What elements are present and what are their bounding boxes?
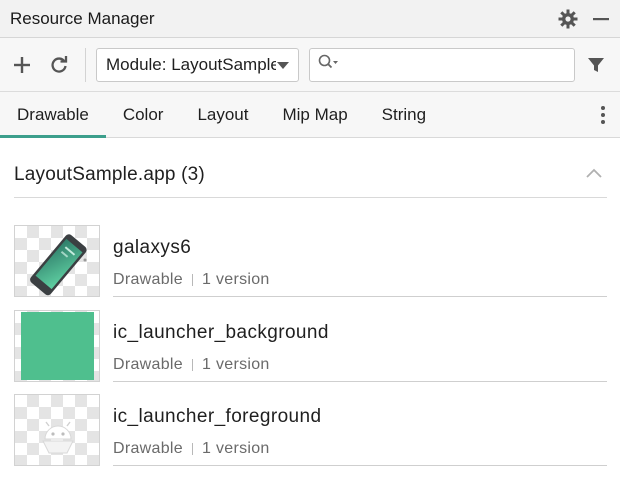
resource-name: ic_launcher_foreground <box>113 406 322 427</box>
resource-name: galaxys6 <box>113 237 192 258</box>
tab-color[interactable]: Color <box>106 92 181 137</box>
refresh-icon[interactable] <box>49 55 69 75</box>
android-logo-icon <box>42 421 74 454</box>
module-section-header[interactable]: LayoutSample.app (3) <box>14 152 607 198</box>
toolbar: Module: LayoutSample.app <box>0 38 620 92</box>
resource-type: Drawable <box>113 356 183 373</box>
resource-item-ic-launcher-background[interactable]: ic_launcher_background Drawable 1 versio… <box>14 310 607 386</box>
item-divider <box>113 381 607 382</box>
settings-gear-icon[interactable] <box>558 9 578 29</box>
resource-thumbnail <box>14 310 100 382</box>
search-icon <box>318 54 340 75</box>
toolbar-separator <box>85 47 86 82</box>
resource-type-tabs: Drawable Color Layout Mip Map String <box>0 92 620 138</box>
window-title: Resource Manager <box>10 8 155 28</box>
tab-drawable[interactable]: Drawable <box>0 92 106 138</box>
tab-label: Mip Map <box>282 104 348 124</box>
tab-label: String <box>381 104 427 124</box>
title-bar: Resource Manager <box>0 0 620 38</box>
tab-layout[interactable]: Layout <box>180 92 265 137</box>
resource-item-ic-launcher-foreground[interactable]: ic_launcher_foreground Drawable 1 versio… <box>14 394 607 470</box>
module-select-value: Module: LayoutSample.app <box>106 54 276 74</box>
phone-preview-icon <box>30 234 87 296</box>
search-field[interactable] <box>309 47 575 82</box>
meta-separator <box>192 274 193 286</box>
resource-meta: Drawable 1 version <box>113 356 270 374</box>
tab-label: Drawable <box>17 104 89 124</box>
dropdown-caret-icon <box>277 61 289 69</box>
tab-mip-map[interactable]: Mip Map <box>265 92 364 137</box>
resource-type: Drawable <box>113 271 183 288</box>
module-select[interactable]: Module: LayoutSample.app <box>96 47 299 82</box>
filter-icon[interactable] <box>587 56 605 74</box>
meta-separator <box>192 359 193 371</box>
resource-versions: 1 version <box>202 356 270 373</box>
item-divider <box>113 296 607 297</box>
resource-name: ic_launcher_background <box>113 322 329 343</box>
item-divider <box>113 465 607 466</box>
tab-label: Color <box>122 104 164 124</box>
resource-thumbnail <box>14 394 100 466</box>
meta-separator <box>192 443 193 455</box>
tab-label: Layout <box>197 104 249 124</box>
add-icon[interactable] <box>13 56 31 74</box>
section-title: LayoutSample.app (3) <box>14 163 205 185</box>
tab-string[interactable]: String <box>365 92 443 137</box>
resource-versions: 1 version <box>202 271 270 288</box>
resource-thumbnail <box>14 225 100 297</box>
search-input[interactable] <box>344 54 568 75</box>
minimize-icon[interactable] <box>592 10 610 28</box>
resource-item-galaxys6[interactable]: galaxys6 Drawable 1 version <box>14 225 607 301</box>
green-background-preview <box>21 312 94 380</box>
more-options-icon[interactable] <box>600 92 606 137</box>
resource-versions: 1 version <box>202 440 270 457</box>
resource-type: Drawable <box>113 440 183 457</box>
resource-meta: Drawable 1 version <box>113 271 270 289</box>
chevron-up-icon[interactable] <box>585 166 603 184</box>
resource-meta: Drawable 1 version <box>113 440 270 458</box>
